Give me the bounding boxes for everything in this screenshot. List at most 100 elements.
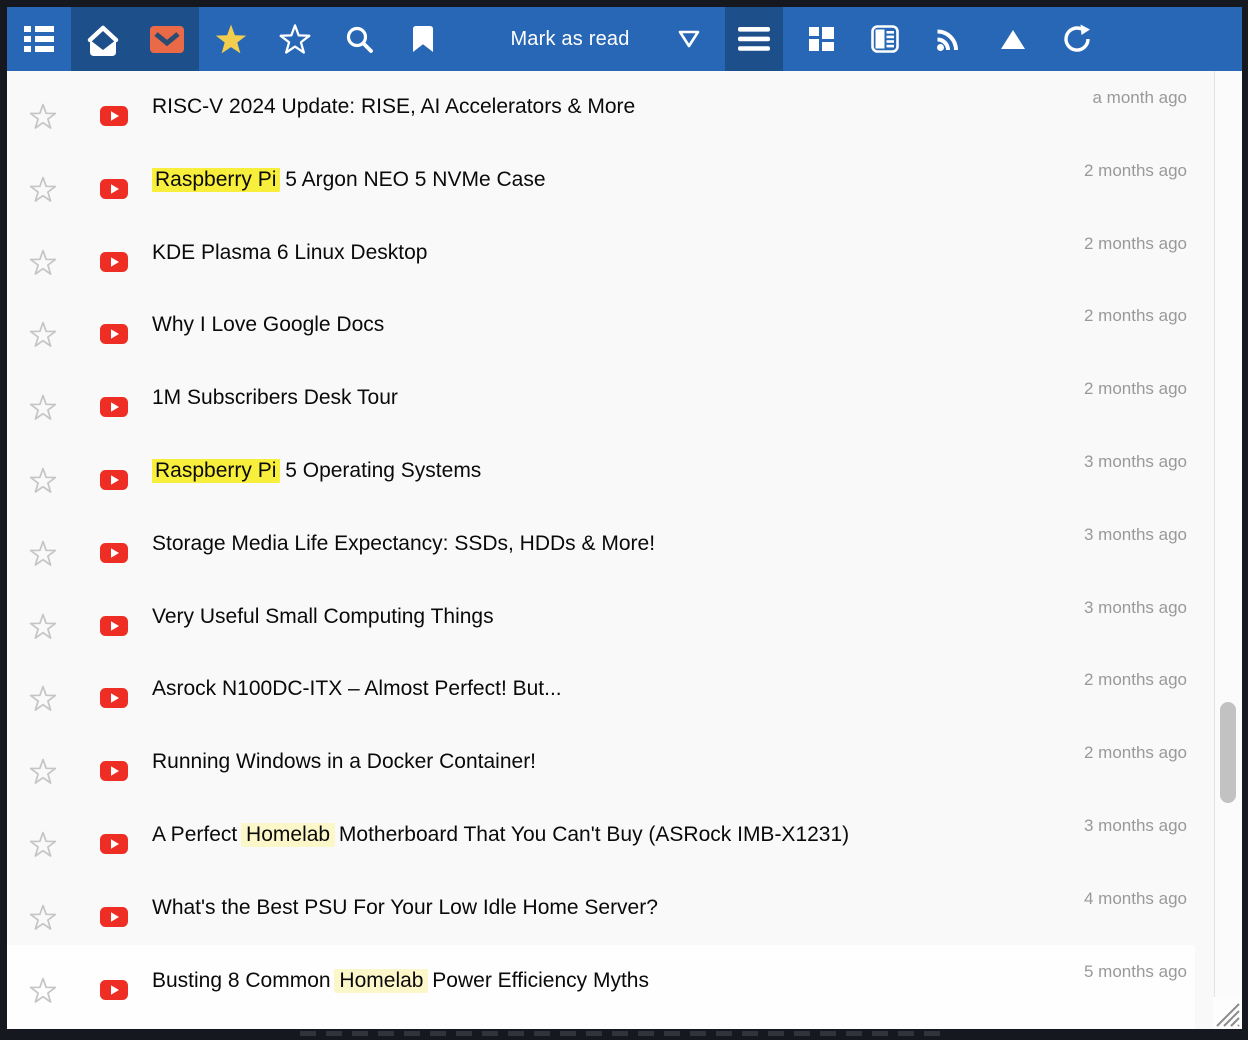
star-toggle[interactable] xyxy=(28,103,58,131)
row-title: A Perfect Homelab Motherboard That You C… xyxy=(152,823,994,847)
row-title: What's the Best PSU For Your Low Idle Ho… xyxy=(152,896,994,920)
list-row[interactable]: Raspberry Pi 5 Argon NEO 5 NVMe Case 2 m… xyxy=(7,144,1214,217)
star-outline-icon xyxy=(279,24,311,54)
row-age: 2 months ago xyxy=(1084,306,1187,326)
layout-grid-icon xyxy=(809,27,834,51)
star-toggle[interactable] xyxy=(28,176,58,204)
youtube-icon xyxy=(100,907,128,927)
row-title: Very Useful Small Computing Things xyxy=(152,605,994,629)
list-row[interactable]: A Perfect Homelab Motherboard That You C… xyxy=(7,799,1214,872)
article-view-button[interactable] xyxy=(853,7,917,71)
row-age: 2 months ago xyxy=(1084,234,1187,254)
list-row[interactable]: Storage Media Life Expectancy: SSDs, HDD… xyxy=(7,508,1214,581)
unstar-button[interactable] xyxy=(263,7,327,71)
clipped-next-row xyxy=(300,1031,950,1036)
list-row[interactable]: Busting 8 Common Homelab Power Efficienc… xyxy=(7,945,1214,1029)
youtube-icon xyxy=(100,397,128,417)
list-row[interactable]: Raspberry Pi 5 Operating Systems 3 month… xyxy=(7,435,1214,508)
list-row[interactable]: KDE Plasma 6 Linux Desktop 2 months ago xyxy=(7,217,1214,290)
star-outline-icon xyxy=(28,249,58,277)
menu-button[interactable] xyxy=(725,7,783,71)
row-title: Storage Media Life Expectancy: SSDs, HDD… xyxy=(152,532,994,556)
star-outline-icon xyxy=(28,394,58,422)
collapse-button[interactable] xyxy=(981,7,1045,71)
star-outline-icon xyxy=(28,613,58,641)
youtube-icon xyxy=(100,834,128,854)
toolbar: Mark as read xyxy=(7,7,1242,71)
search-button[interactable] xyxy=(327,7,391,71)
row-age: 2 months ago xyxy=(1084,670,1187,690)
star-toggle[interactable] xyxy=(28,540,58,568)
row-age: 4 months ago xyxy=(1084,889,1187,909)
star-outline-icon xyxy=(28,977,58,1005)
row-title: Running Windows in a Docker Container! xyxy=(152,750,994,774)
scrollbar-track[interactable] xyxy=(1214,71,1242,1029)
youtube-icon xyxy=(100,688,128,708)
list-row[interactable]: Why I Love Google Docs 2 months ago xyxy=(7,289,1214,362)
mark-as-read-button[interactable]: Mark as read xyxy=(455,7,659,71)
bookmark-button[interactable] xyxy=(391,7,455,71)
star-outline-icon xyxy=(28,904,58,932)
bookmark-icon xyxy=(412,25,434,53)
star-toggle[interactable] xyxy=(28,467,58,495)
refresh-button[interactable] xyxy=(1045,7,1109,71)
list-row[interactable]: 1M Subscribers Desk Tour 2 months ago xyxy=(7,362,1214,435)
starred-filter-button[interactable] xyxy=(199,7,263,71)
row-title: Why I Love Google Docs xyxy=(152,313,994,337)
star-toggle[interactable] xyxy=(28,831,58,859)
triangle-up-icon xyxy=(1000,28,1026,50)
youtube-icon xyxy=(100,980,128,1000)
filter-dropdown-button[interactable] xyxy=(659,7,719,71)
mark-as-read-label: Mark as read xyxy=(510,28,629,51)
star-toggle[interactable] xyxy=(28,904,58,932)
youtube-icon xyxy=(100,470,128,490)
article-rows: RISC-V 2024 Update: RISE, AI Accelerator… xyxy=(7,71,1214,1029)
mark-read-envelope-button[interactable] xyxy=(71,7,135,71)
list-row[interactable]: Very Useful Small Computing Things 3 mon… xyxy=(7,581,1214,654)
row-age: 3 months ago xyxy=(1084,598,1187,618)
list-view-button[interactable] xyxy=(7,7,71,71)
star-outline-icon xyxy=(28,321,58,349)
dropdown-triangle-icon xyxy=(677,29,701,49)
star-outline-icon xyxy=(28,685,58,713)
rss-icon xyxy=(936,26,962,52)
star-toggle[interactable] xyxy=(28,758,58,786)
list-row[interactable]: Running Windows in a Docker Container! 2… xyxy=(7,726,1214,799)
list-row[interactable]: RISC-V 2024 Update: RISE, AI Accelerator… xyxy=(7,71,1214,144)
star-toggle[interactable] xyxy=(28,685,58,713)
star-outline-icon xyxy=(28,831,58,859)
search-icon xyxy=(345,25,374,54)
rss-button[interactable] xyxy=(917,7,981,71)
star-toggle[interactable] xyxy=(28,394,58,422)
row-age: 3 months ago xyxy=(1084,525,1187,545)
envelope-unread-icon xyxy=(150,26,184,53)
youtube-icon xyxy=(100,543,128,563)
search-highlight: Raspberry Pi xyxy=(152,168,280,192)
mark-unread-envelope-button[interactable] xyxy=(135,7,199,71)
search-highlight: Homelab xyxy=(241,823,335,847)
youtube-icon xyxy=(100,616,128,636)
row-age: 2 months ago xyxy=(1084,161,1187,181)
layout-button[interactable] xyxy=(789,7,853,71)
star-toggle[interactable] xyxy=(28,249,58,277)
youtube-icon xyxy=(100,761,128,781)
star-outline-icon xyxy=(28,467,58,495)
resize-grip[interactable] xyxy=(1209,996,1241,1028)
star-toggle[interactable] xyxy=(28,613,58,641)
star-filled-icon xyxy=(214,23,248,55)
row-title: Raspberry Pi 5 Argon NEO 5 NVMe Case xyxy=(152,168,994,192)
scrollbar-thumb[interactable] xyxy=(1220,702,1236,803)
list-row[interactable]: What's the Best PSU For Your Low Idle Ho… xyxy=(7,872,1214,945)
youtube-icon xyxy=(100,106,128,126)
row-age: a month ago xyxy=(1092,88,1187,108)
list-row[interactable]: Asrock N100DC-ITX – Almost Perfect! But.… xyxy=(7,653,1214,726)
row-age: 2 months ago xyxy=(1084,379,1187,399)
star-toggle[interactable] xyxy=(28,977,58,1005)
row-title: RISC-V 2024 Update: RISE, AI Accelerator… xyxy=(152,95,994,119)
article-pane-icon xyxy=(871,25,899,53)
star-toggle[interactable] xyxy=(28,321,58,349)
row-title: Busting 8 Common Homelab Power Efficienc… xyxy=(152,969,994,993)
row-age: 3 months ago xyxy=(1084,816,1187,836)
star-outline-icon xyxy=(28,176,58,204)
star-outline-icon xyxy=(28,103,58,131)
